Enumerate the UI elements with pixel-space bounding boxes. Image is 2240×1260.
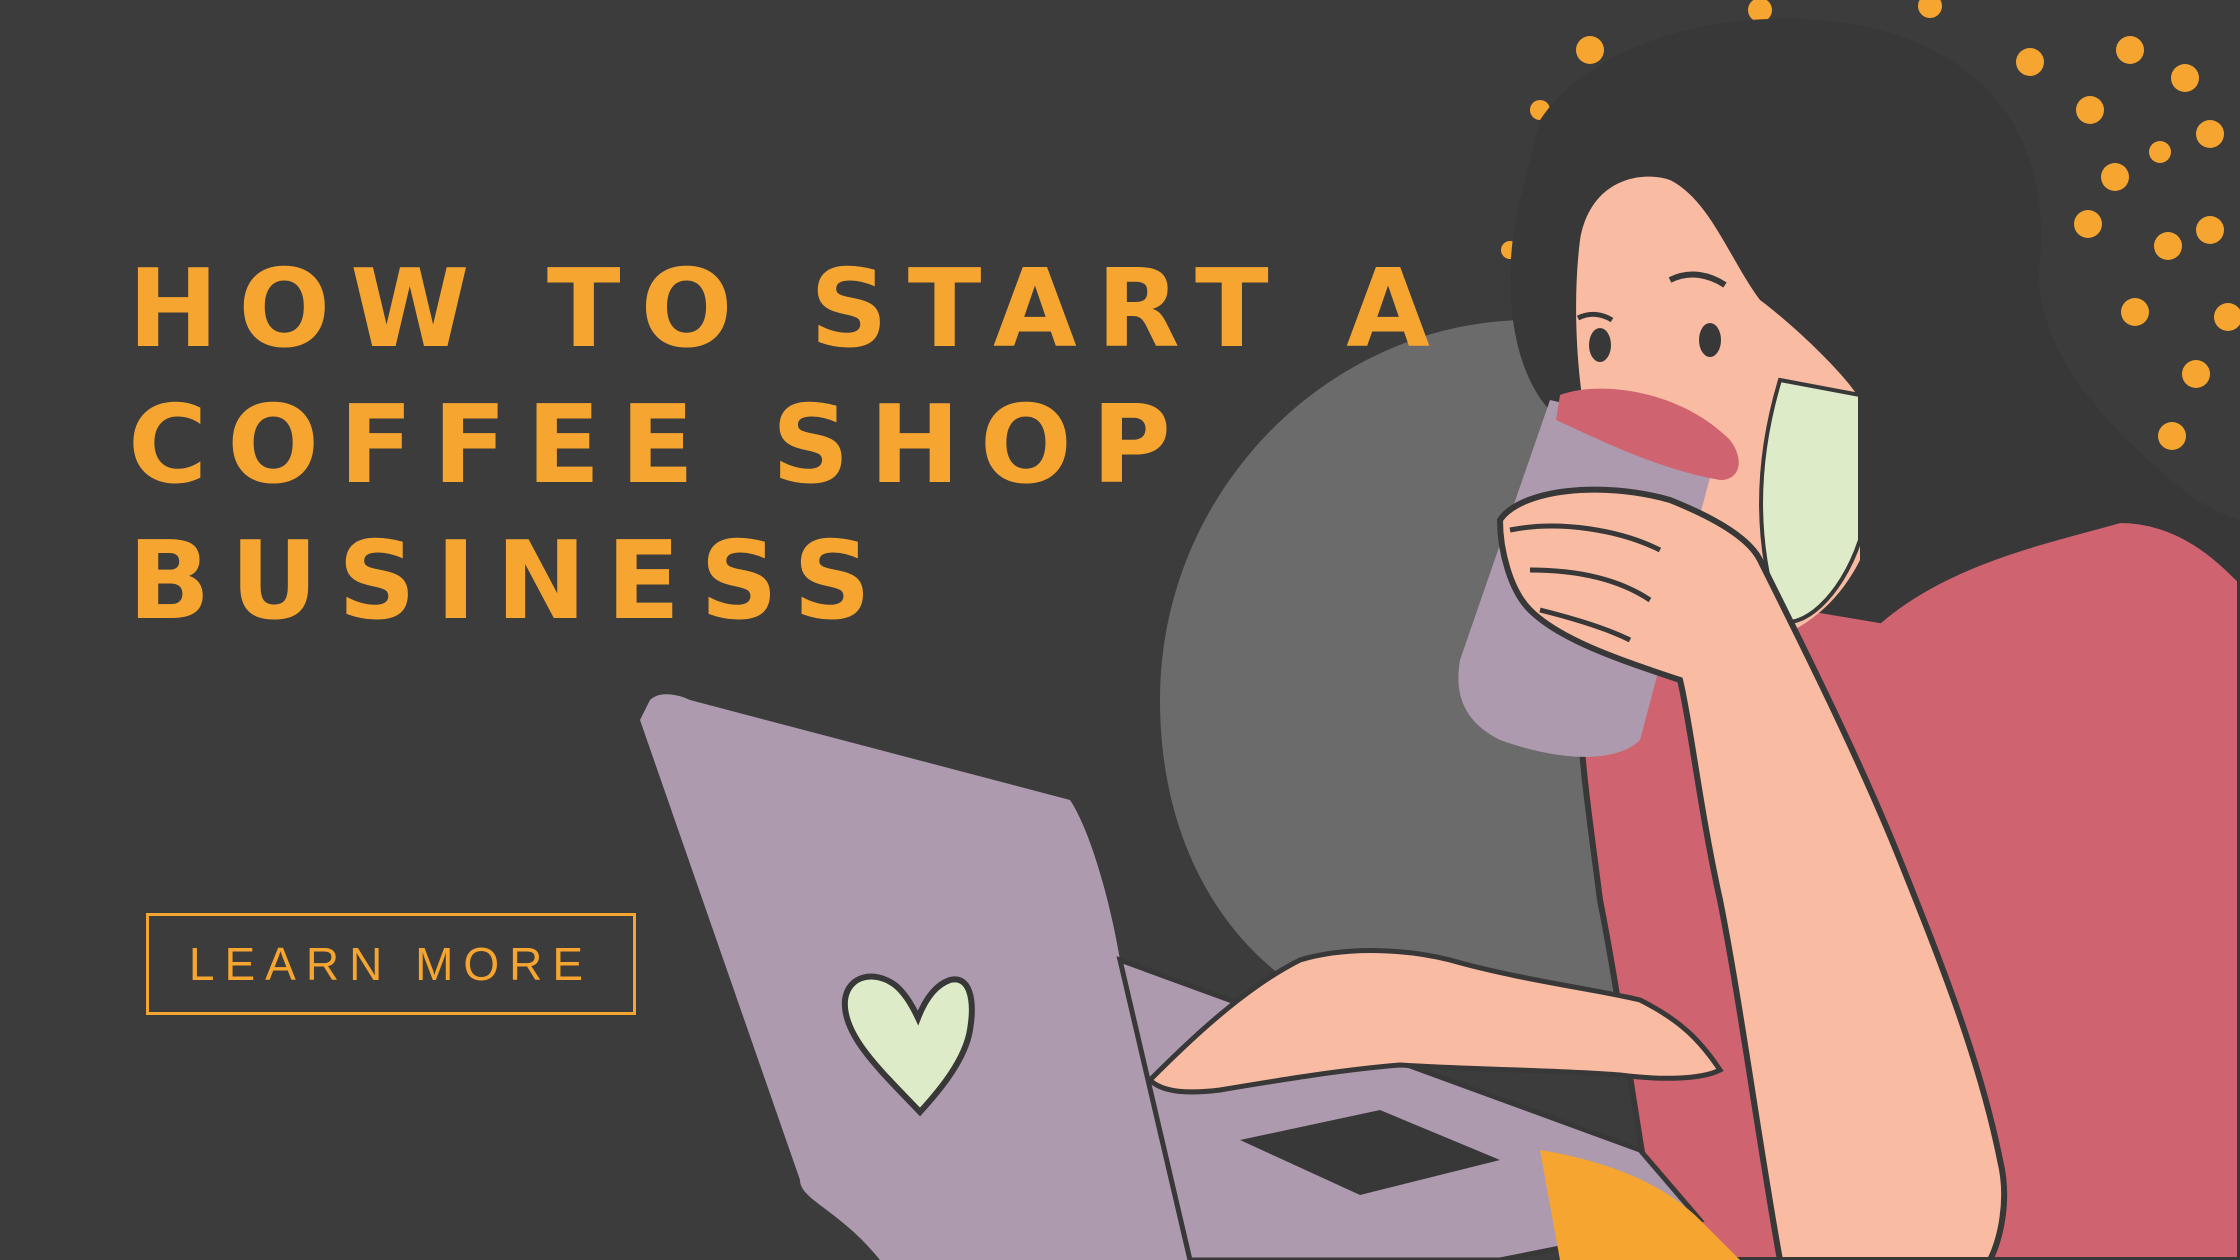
learn-more-button[interactable]: LEARN MORE <box>146 913 636 1015</box>
headline-line-1: HOW TO START A <box>128 247 1450 372</box>
headline: HOW TO START A COFFEE SHOP BUSINESS <box>128 242 1450 650</box>
headline-line-3: BUSINESS <box>128 519 891 644</box>
headline-line-2: COFFEE SHOP <box>128 383 1191 508</box>
hero-banner: HOW TO START A COFFEE SHOP BUSINESS LEAR… <box>0 0 2240 1260</box>
